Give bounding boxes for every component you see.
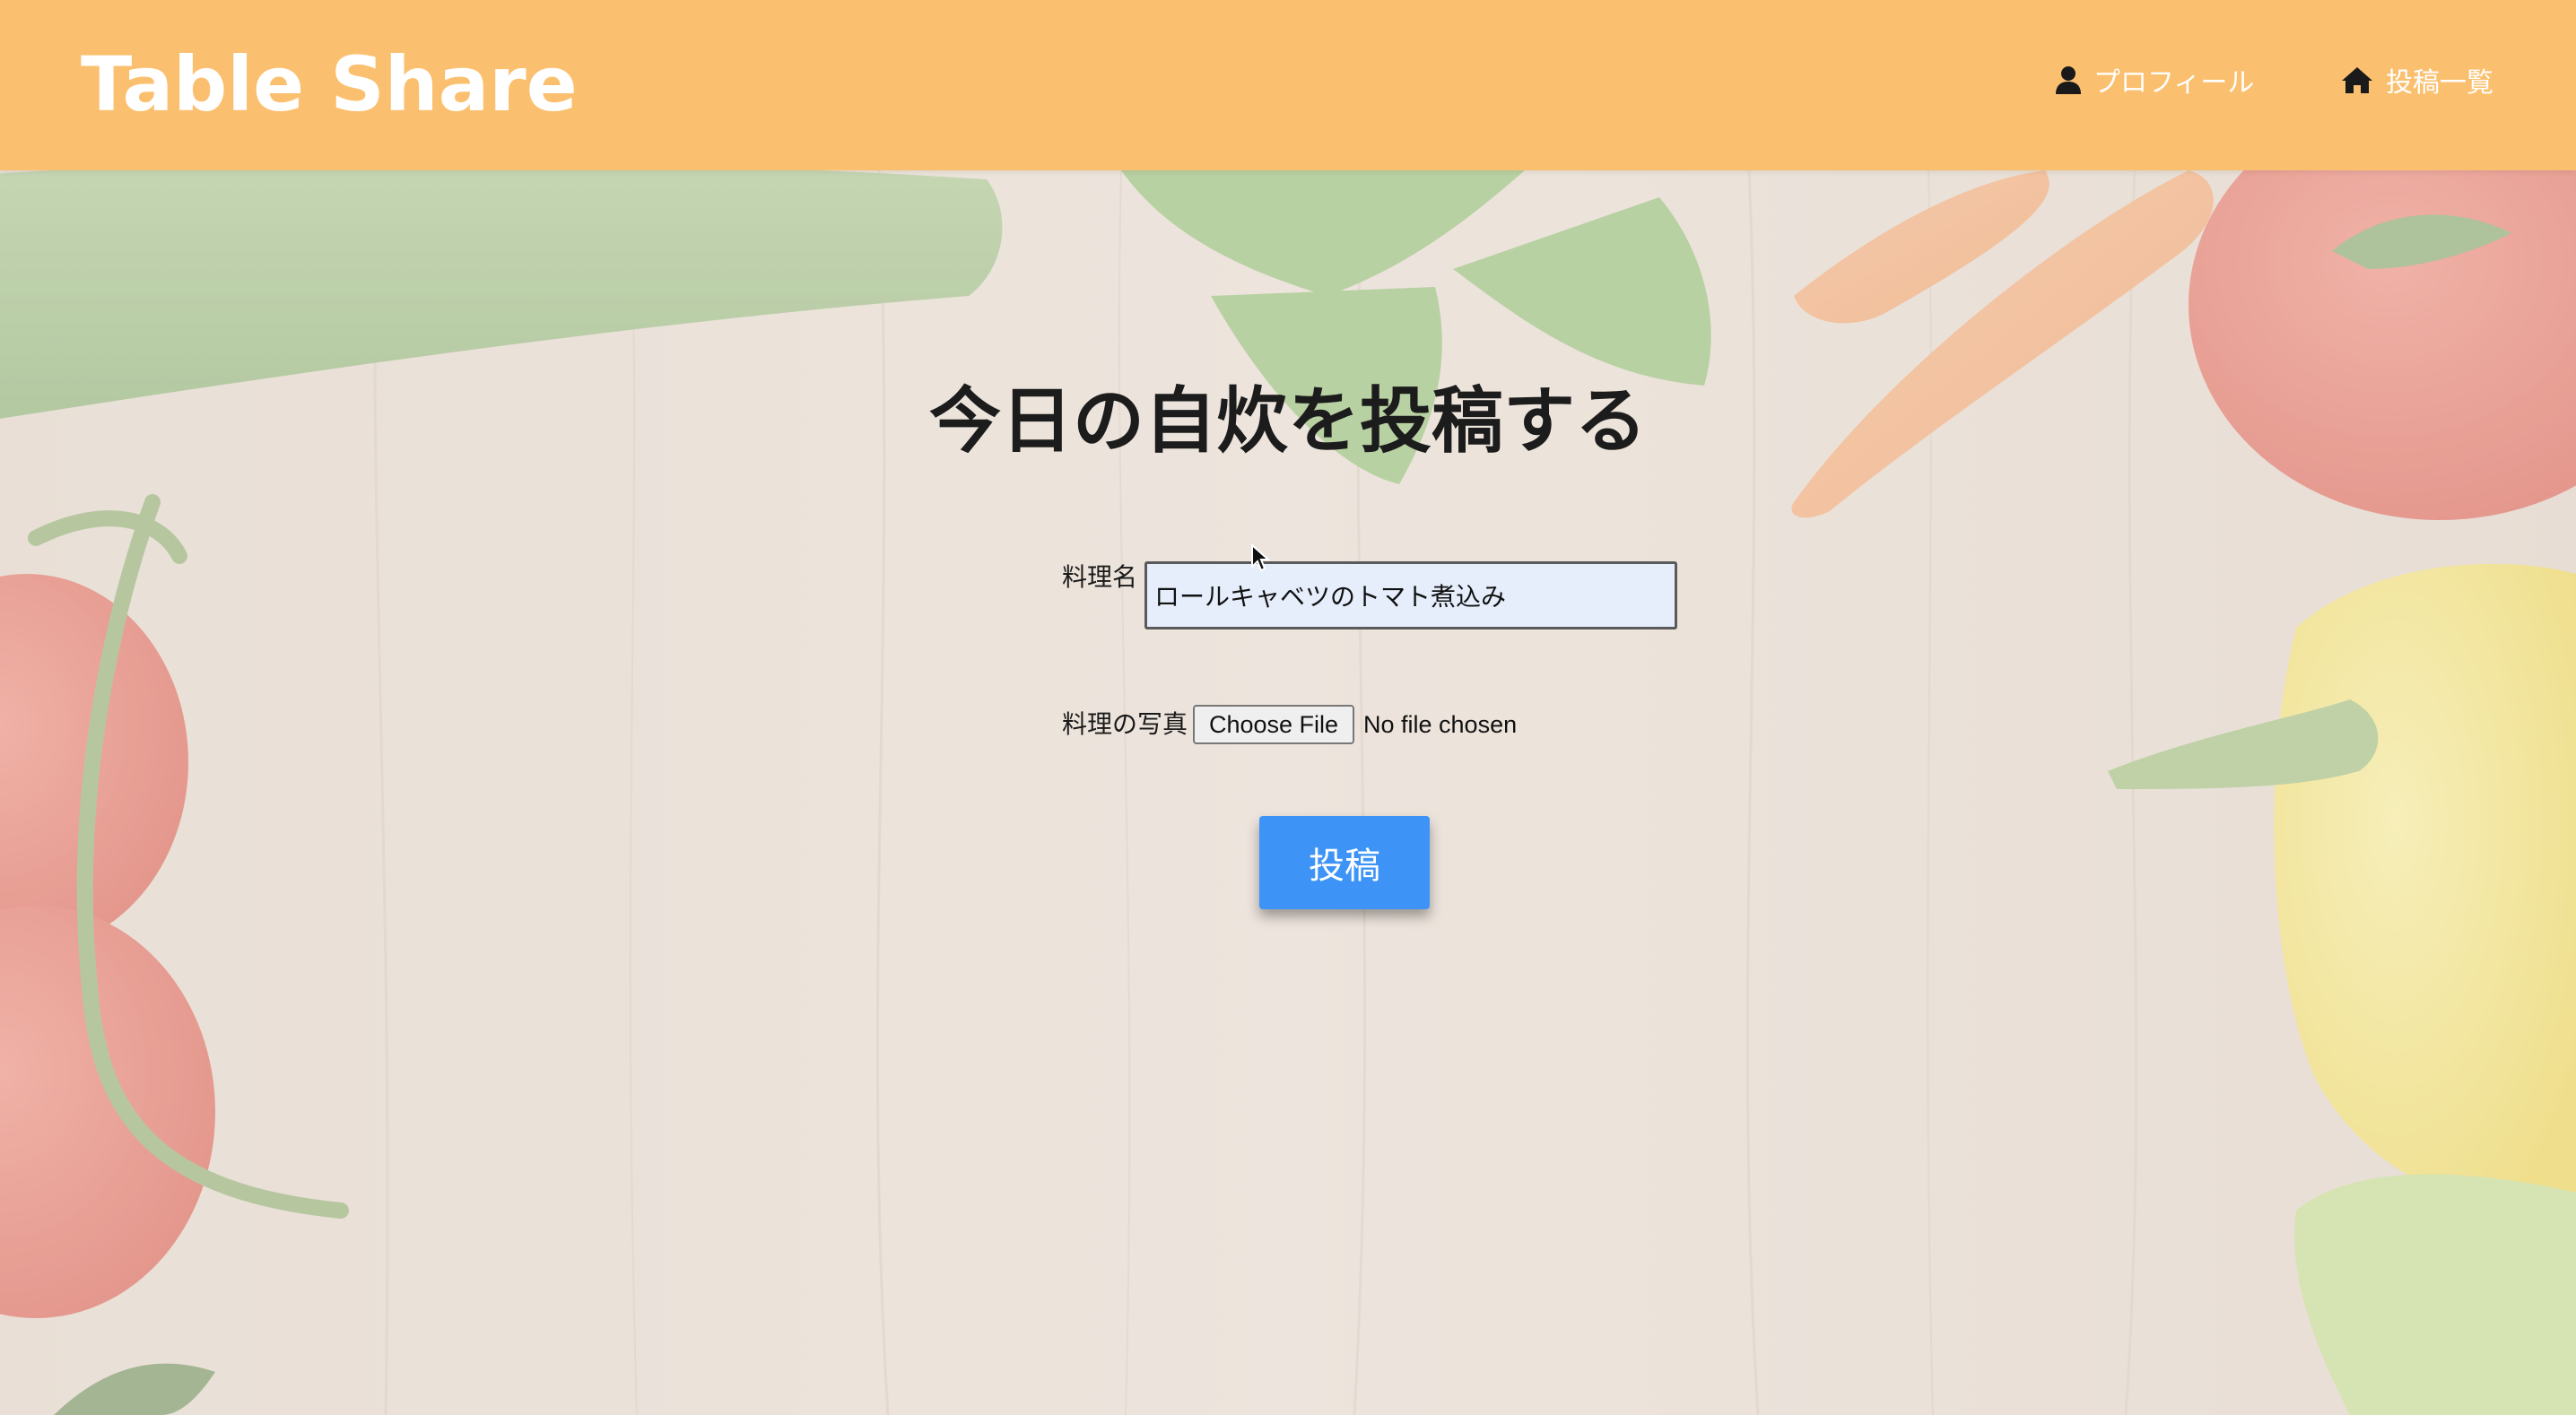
file-status-text: No file chosen	[1363, 711, 1518, 738]
user-icon	[2056, 65, 2081, 94]
top-header: Table Share プロフィール 投稿一覧	[0, 0, 2576, 170]
submit-post-button[interactable]: 投稿	[1259, 816, 1430, 909]
dish-name-input[interactable]	[1144, 561, 1677, 629]
nav-posts-label: 投稿一覧	[2386, 67, 2493, 99]
page-title: 今日の自炊を投稿する	[929, 379, 1647, 463]
nav-posts-link[interactable]: 投稿一覧	[2341, 57, 2493, 102]
nav-profile-link[interactable]: プロフィール	[2056, 57, 2254, 102]
site-logo[interactable]: Table Share	[81, 39, 578, 129]
home-icon	[2341, 65, 2373, 94]
nav-profile-label: プロフィール	[2093, 67, 2255, 99]
dish-photo-label: 料理の写真	[1062, 709, 1188, 739]
dish-name-label: 料理名	[1062, 562, 1138, 592]
choose-file-button[interactable]: Choose File	[1193, 705, 1354, 744]
post-form: 今日の自炊を投稿する 料理名 料理の写真 Choose File No file…	[0, 170, 2576, 1415]
mouse-cursor-icon	[1251, 543, 1270, 572]
